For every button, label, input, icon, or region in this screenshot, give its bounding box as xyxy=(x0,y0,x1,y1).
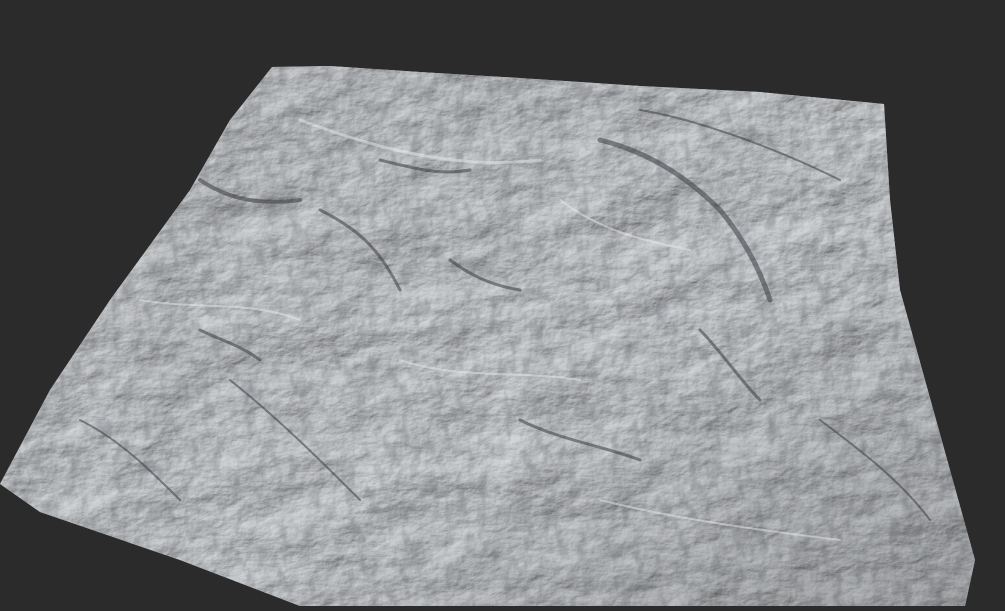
terrain-mesh[interactable] xyxy=(0,0,1005,611)
3d-viewport[interactable] xyxy=(0,0,1005,611)
terrain-shading xyxy=(0,66,975,606)
